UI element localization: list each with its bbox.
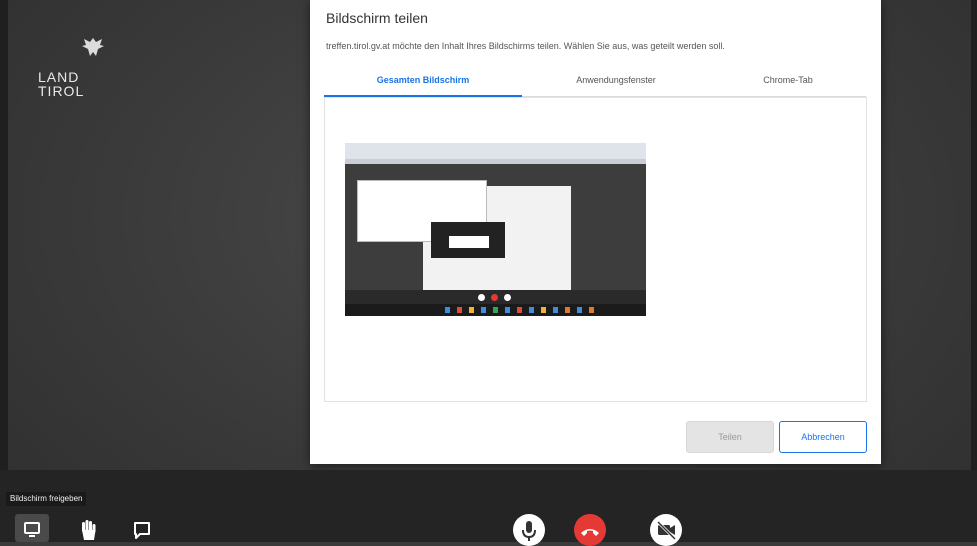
tab-chrome-tab[interactable]: Chrome-Tab [710,66,866,95]
thumbnail-taskbar-icon [505,307,510,313]
thumbnail-hangup-icon [491,294,498,301]
share-button[interactable]: Teilen [686,421,774,453]
hang-up-button[interactable] [574,514,606,546]
raise-hand-button[interactable] [74,516,102,542]
left-edge [0,0,8,542]
thumbnail-mic-icon [478,294,485,301]
chat-icon [128,516,156,542]
dialog-title: Bildschirm teilen [326,10,428,26]
logo-text-land: LAND [38,69,80,85]
cancel-button[interactable]: Abbrechen [779,421,867,453]
camera-button[interactable] [650,514,682,546]
thumbnail-taskbar-icon [529,307,534,313]
source-tabs: Gesamten Bildschirm Anwendungsfenster Ch… [324,66,866,97]
thumbnail-taskbar-icon [541,307,546,313]
thumbnail-taskbar-icon [457,307,462,313]
thumbnail-camera-icon [504,294,511,301]
share-screen-dialog: Bildschirm teilen treffen.tirol.gv.at mö… [310,0,881,464]
chat-button[interactable] [128,516,156,542]
microphone-button[interactable] [513,514,545,546]
screen-share-button[interactable] [15,514,49,542]
thumbnail-taskbar-icon [481,307,486,313]
thumbnail-browser-tabs [345,143,646,159]
thumbnail-taskbar-icon [565,307,570,313]
source-list [324,97,867,402]
hang-up-icon [574,514,606,546]
thumbnail-taskbar-icon [553,307,558,313]
thumbnail-desktop [345,164,646,298]
screen-share-icon [15,514,49,542]
screen-thumbnail[interactable] [345,143,646,316]
thumbnail-meeting-toolbar [345,290,646,304]
camera-off-icon [650,514,682,546]
thumbnail-taskbar-icon [493,307,498,313]
logo-text-tirol: TIROL [38,83,85,99]
thumbnail-taskbar-icon [577,307,582,313]
tab-application-window[interactable]: Anwendungsfenster [522,66,710,95]
tab-entire-screen[interactable]: Gesamten Bildschirm [324,66,522,97]
thumbnail-taskbar-icon [469,307,474,313]
thumbnail-inner-window [449,236,489,248]
thumbnail-taskbar-icon [517,307,522,313]
dialog-subtitle: treffen.tirol.gv.at möchte den Inhalt Ih… [326,41,725,51]
thumbnail-taskbar-icon [589,307,594,313]
eagle-icon [80,36,106,58]
thumbnail-taskbar-icon [445,307,450,313]
microphone-icon [513,514,545,546]
right-edge [971,0,977,542]
share-screen-tooltip: Bildschirm freigeben [6,492,87,506]
raise-hand-icon [74,516,102,542]
